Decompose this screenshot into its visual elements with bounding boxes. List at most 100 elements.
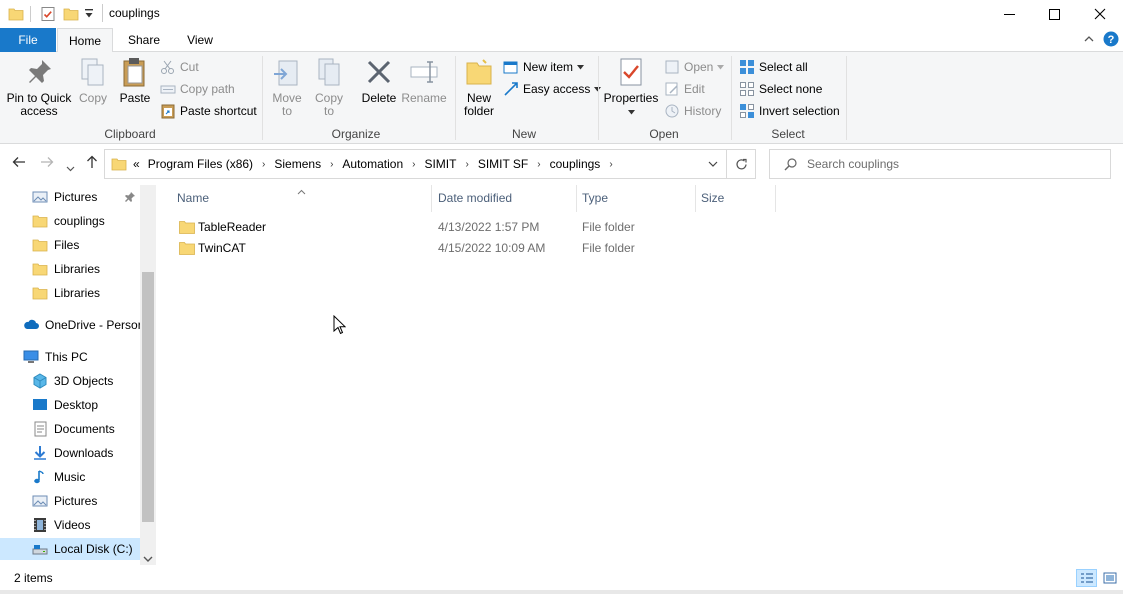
select-none-button[interactable]: Select none bbox=[739, 79, 822, 99]
copy-button[interactable]: Copy bbox=[76, 56, 110, 105]
paste-shortcut-button[interactable]: Paste shortcut bbox=[160, 101, 257, 121]
nav-item-3d-objects[interactable]: 3D Objects bbox=[32, 370, 113, 392]
properties-button[interactable]: Properties bbox=[603, 56, 659, 118]
breadcrumb-overflow[interactable]: « bbox=[131, 157, 144, 171]
history-button[interactable]: History bbox=[664, 101, 721, 121]
qat-customize-icon[interactable] bbox=[84, 8, 94, 23]
pin-icon[interactable] bbox=[124, 191, 136, 206]
nav-item-downloads[interactable]: Downloads bbox=[32, 442, 113, 464]
folder-icon bbox=[32, 263, 48, 276]
invert-selection-button[interactable]: Invert selection bbox=[739, 101, 840, 121]
up-arrow-icon[interactable] bbox=[85, 155, 99, 173]
nav-item-this-pc[interactable]: This PC bbox=[23, 346, 88, 368]
folder-icon bbox=[32, 239, 48, 252]
nav-item-label: Files bbox=[54, 238, 80, 252]
copy-label: Copy bbox=[78, 91, 107, 105]
nav-item-label: Libraries bbox=[54, 286, 101, 300]
easy-access-button[interactable]: Easy access bbox=[503, 79, 602, 99]
recent-locations-icon[interactable] bbox=[66, 159, 75, 176]
help-icon[interactable]: ? bbox=[1103, 31, 1119, 50]
group-separator bbox=[846, 56, 847, 140]
tab-share[interactable]: Share bbox=[116, 28, 172, 52]
new-folder-qat-icon[interactable] bbox=[63, 6, 79, 25]
breadcrumb-item[interactable]: SIMIT bbox=[420, 157, 460, 171]
nav-item-files[interactable]: Files bbox=[32, 234, 79, 256]
nav-item-music[interactable]: Music bbox=[32, 466, 85, 488]
paste-button[interactable]: Paste bbox=[117, 56, 153, 105]
address-history-dropdown-icon[interactable] bbox=[708, 161, 718, 167]
minimize-button[interactable] bbox=[986, 0, 1032, 28]
nav-item-label: Music bbox=[54, 470, 86, 484]
nav-item-local-disk[interactable]: Local Disk (C:) bbox=[0, 538, 140, 560]
copy-to-button[interactable]: Copy to bbox=[310, 56, 348, 118]
details-view-icon[interactable] bbox=[1076, 569, 1097, 587]
search-input[interactable]: Search couplings bbox=[807, 157, 899, 171]
breadcrumb-item[interactable]: SIMIT SF bbox=[474, 157, 532, 171]
breadcrumb-chevron-icon[interactable]: › bbox=[325, 159, 338, 170]
breadcrumb-chevron-icon[interactable]: › bbox=[460, 159, 473, 170]
tab-view[interactable]: View bbox=[172, 28, 228, 52]
nav-item-libraries[interactable]: Libraries bbox=[32, 282, 100, 304]
breadcrumb-chevron-icon[interactable]: › bbox=[407, 159, 420, 170]
back-arrow-icon[interactable] bbox=[12, 155, 26, 173]
open-dropdown-icon bbox=[717, 64, 725, 69]
nav-item-documents[interactable]: Documents bbox=[32, 418, 115, 440]
properties-qat-icon[interactable] bbox=[40, 6, 56, 25]
column-header-size[interactable]: Size bbox=[694, 185, 776, 212]
address-bar[interactable]: « Program Files (x86) › Siemens › Automa… bbox=[104, 149, 756, 179]
file-row[interactable]: TwinCAT 4/15/2022 10:09 AM File folder bbox=[170, 238, 1120, 259]
column-header-type[interactable]: Type bbox=[575, 185, 696, 212]
copy-path-button[interactable]: Copy path bbox=[160, 79, 235, 99]
status-bar: 2 items bbox=[0, 566, 1123, 590]
item-count: 2 items bbox=[14, 571, 53, 585]
forward-arrow-icon[interactable] bbox=[40, 155, 54, 173]
large-icons-view-icon[interactable] bbox=[1100, 569, 1119, 587]
nav-item-label: Local Disk (C:) bbox=[54, 542, 133, 556]
new-item-button[interactable]: New item bbox=[503, 57, 585, 77]
nav-item-pictures-quick[interactable]: Pictures bbox=[32, 186, 97, 208]
delete-button[interactable]: Delete bbox=[358, 56, 400, 105]
file-row[interactable]: TableReader 4/13/2022 1:57 PM File folde… bbox=[170, 217, 1120, 238]
copy-icon bbox=[81, 58, 104, 86]
nav-item-pictures[interactable]: Pictures bbox=[32, 490, 97, 512]
cut-button[interactable]: Cut bbox=[160, 57, 199, 77]
new-folder-button[interactable]: New folder bbox=[458, 56, 500, 118]
nav-item-desktop[interactable]: Desktop bbox=[32, 394, 98, 416]
folder-icon bbox=[179, 242, 195, 255]
tab-file[interactable]: File bbox=[0, 28, 56, 52]
nav-item-onedrive[interactable]: OneDrive - Persor bbox=[23, 314, 141, 336]
maximize-button[interactable] bbox=[1031, 0, 1077, 28]
scroll-down-icon[interactable] bbox=[143, 552, 153, 566]
refresh-icon[interactable] bbox=[727, 158, 755, 171]
pin-to-quick-access-button[interactable]: Pin to Quick access bbox=[4, 56, 74, 118]
rename-button[interactable]: Rename bbox=[401, 56, 447, 105]
move-to-button[interactable]: Move to bbox=[268, 56, 306, 118]
select-all-button[interactable]: Select all bbox=[739, 57, 808, 77]
nav-item-label: Desktop bbox=[54, 398, 99, 412]
nav-item-couplings[interactable]: couplings bbox=[32, 210, 105, 232]
column-header-date-modified[interactable]: Date modified bbox=[431, 185, 577, 212]
nav-item-libraries[interactable]: Libraries bbox=[32, 258, 100, 280]
breadcrumb-item[interactable]: couplings bbox=[546, 157, 605, 171]
easy-access-label: Easy access bbox=[523, 82, 591, 96]
select-none-label: Select none bbox=[759, 82, 823, 96]
close-button[interactable] bbox=[1077, 0, 1123, 28]
ribbon: Pin to Quick access Copy Paste Cut Copy … bbox=[0, 52, 1123, 144]
pin-icon bbox=[29, 60, 51, 83]
breadcrumb-chevron-icon[interactable]: › bbox=[257, 159, 270, 170]
search-box[interactable]: Search couplings bbox=[769, 149, 1111, 179]
breadcrumb-item[interactable]: Automation bbox=[338, 157, 407, 171]
column-header-name[interactable]: Name bbox=[170, 185, 432, 212]
music-note-icon bbox=[34, 470, 44, 484]
nav-scrollbar-thumb[interactable] bbox=[142, 272, 154, 522]
file-date: 4/13/2022 1:57 PM bbox=[438, 220, 540, 234]
breadcrumb-item[interactable]: Program Files (x86) bbox=[144, 157, 257, 171]
breadcrumb-chevron-icon[interactable]: › bbox=[604, 159, 617, 170]
edit-button[interactable]: Edit bbox=[664, 79, 705, 99]
breadcrumb-item[interactable]: Siemens bbox=[270, 157, 325, 171]
nav-item-videos[interactable]: Videos bbox=[32, 514, 90, 536]
open-button[interactable]: Open bbox=[664, 57, 725, 77]
tab-home[interactable]: Home bbox=[57, 28, 113, 53]
collapse-ribbon-icon[interactable] bbox=[1083, 33, 1095, 48]
breadcrumb-chevron-icon[interactable]: › bbox=[532, 159, 545, 170]
